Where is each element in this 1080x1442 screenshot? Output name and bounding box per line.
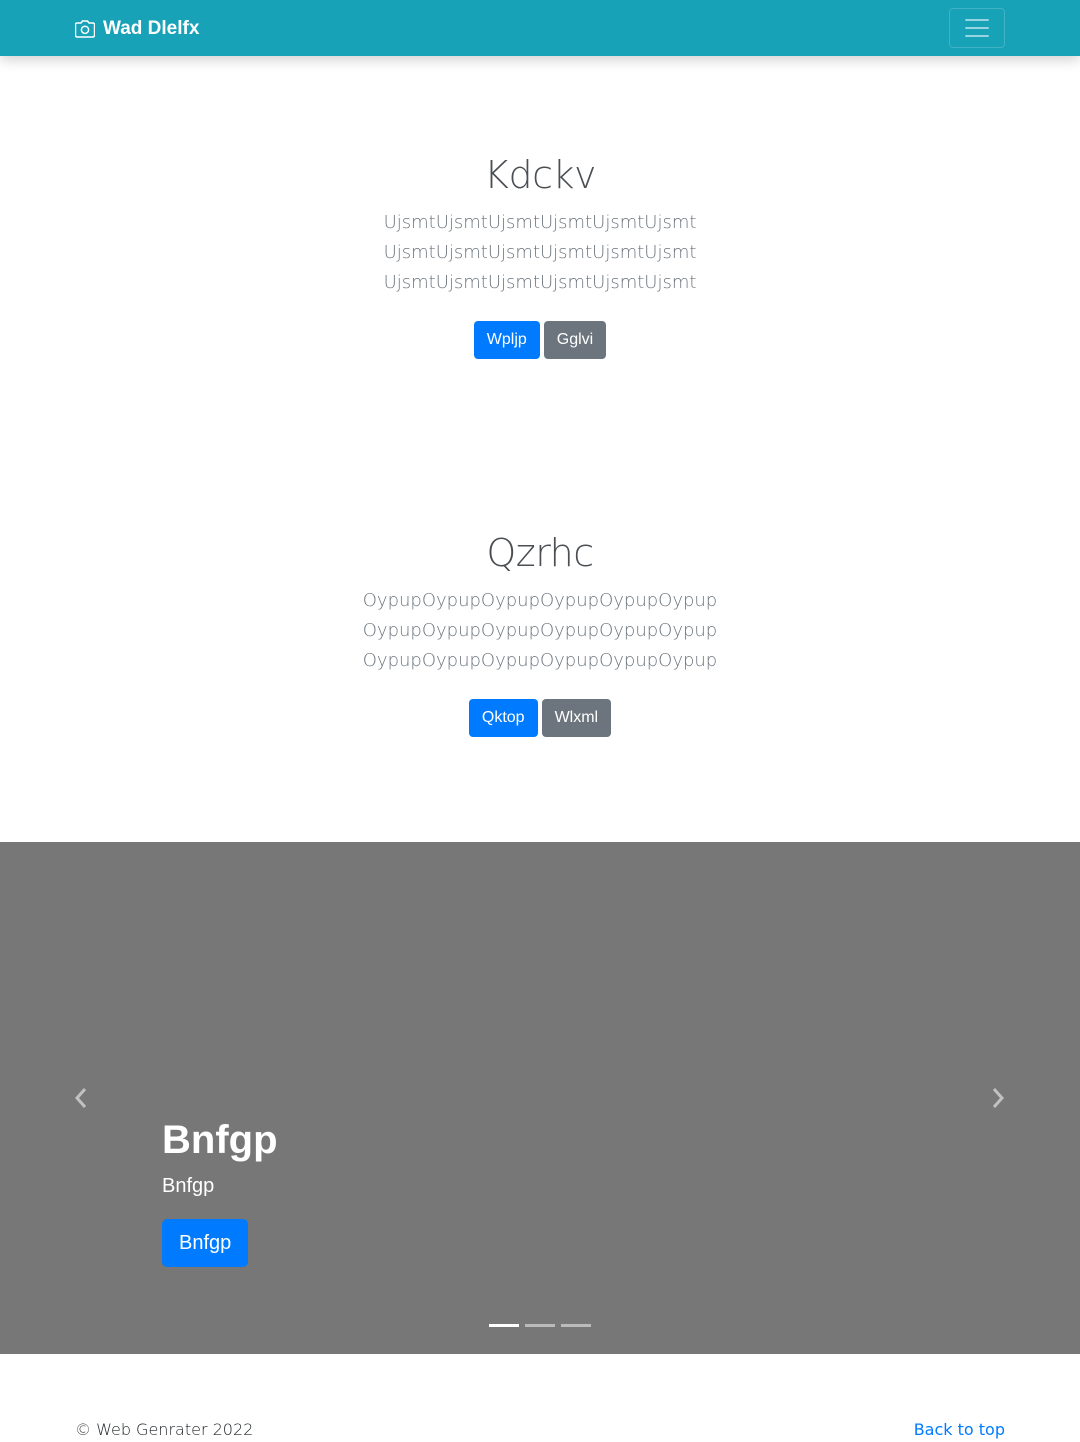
- section-lead: OypupOypupOypupOypupOypupOypupOypupOypup…: [362, 590, 718, 671]
- secondary-button[interactable]: Gglvi: [543, 321, 607, 359]
- section-title: Qzrhc: [486, 531, 594, 575]
- hero-section-2: Qzrhc OypupOypupOypupOypupOypupOypupOypu…: [0, 530, 1080, 737]
- navbar: Wad Dlelfx: [0, 0, 1080, 56]
- carousel-indicator[interactable]: [489, 1324, 519, 1327]
- back-to-top-link[interactable]: Back to top: [914, 1420, 1005, 1439]
- caption-title: Bnfgp: [162, 1118, 278, 1162]
- camera-icon: [75, 20, 95, 38]
- navbar-brand[interactable]: Wad Dlelfx: [75, 17, 199, 41]
- carousel: Bnfgp Bnfgp Bnfgp: [0, 842, 1080, 1354]
- primary-button[interactable]: Wpljp: [473, 321, 540, 359]
- secondary-button[interactable]: Wlxml: [541, 699, 612, 737]
- caption-button[interactable]: Bnfgp: [162, 1219, 249, 1267]
- brand-name: Wad Dlelfx: [103, 18, 200, 39]
- caption-text: Bnfgp: [162, 1175, 215, 1197]
- carousel-indicators: [0, 1324, 1080, 1327]
- section-title: Kdckv: [484, 153, 596, 197]
- hamburger-menu-icon: [965, 19, 989, 37]
- copyright-text: © Web Genrater 2022: [75, 1420, 254, 1439]
- chevron-right-icon: [992, 1088, 1005, 1108]
- primary-button[interactable]: Qktop: [468, 699, 538, 737]
- carousel-prev-button[interactable]: [71, 1084, 91, 1112]
- hero-section-1: Kdckv UjsmtUjsmtUjsmtUjsmtUjsmtUjsmt Ujs…: [0, 152, 1080, 359]
- chevron-left-icon: [74, 1088, 87, 1108]
- carousel-caption: Bnfgp Bnfgp Bnfgp: [162, 1114, 278, 1267]
- section-lead: UjsmtUjsmtUjsmtUjsmtUjsmtUjsmt UjsmtUjsm…: [383, 212, 697, 293]
- carousel-indicator[interactable]: [561, 1324, 591, 1327]
- navbar-toggler-button[interactable]: [949, 8, 1005, 48]
- carousel-indicator[interactable]: [525, 1324, 555, 1327]
- carousel-next-button[interactable]: [988, 1084, 1008, 1112]
